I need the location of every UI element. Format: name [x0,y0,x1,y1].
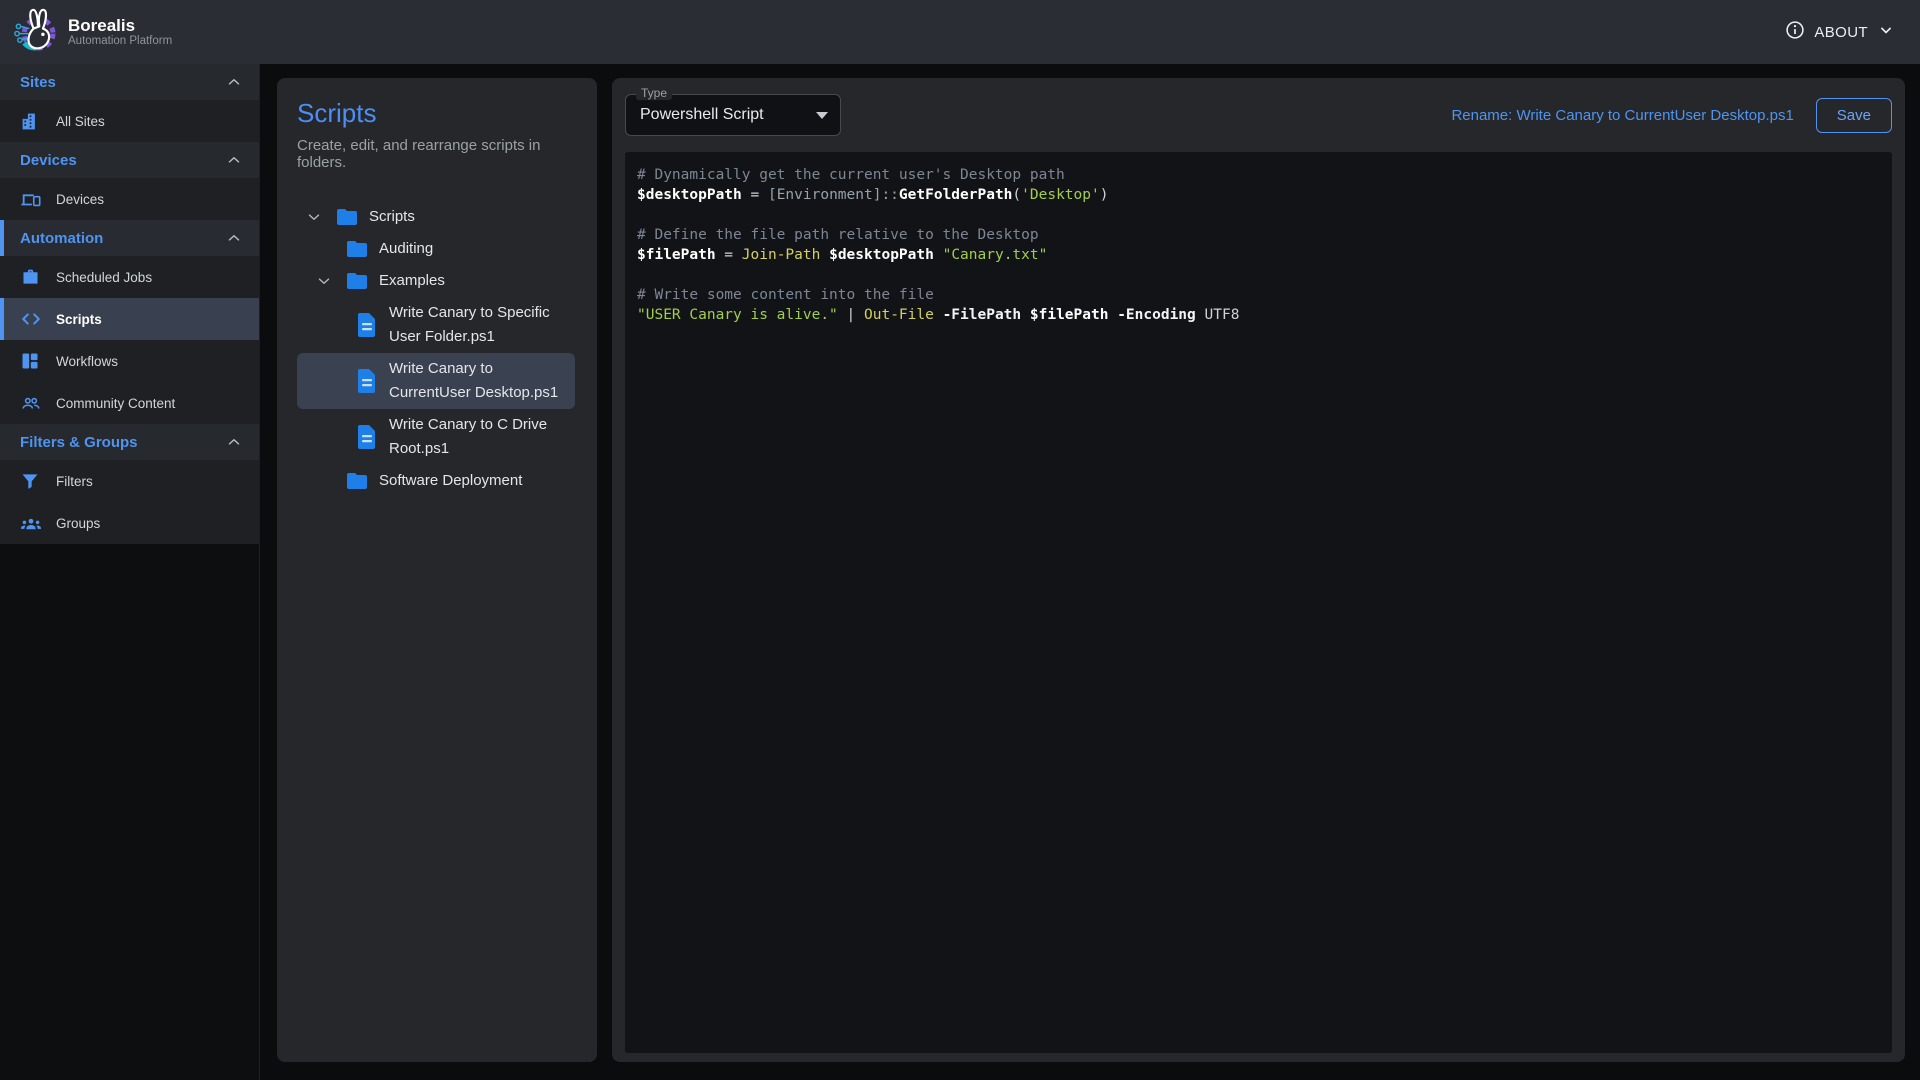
code-line [637,205,1880,225]
code-line: # Define the file path relative to the D… [637,225,1880,245]
chevron-up-icon [225,433,243,451]
scripts-panel: Scripts Create, edit, and rearrange scri… [277,78,597,1062]
file-icon [355,368,381,394]
dropdown-caret-icon [816,112,828,119]
tree-item-label: Scripts [369,205,415,229]
sidebar-section-label: Filters & Groups [20,434,138,451]
briefcase-icon [20,266,42,288]
tree-file-write-canary-to-currentuser-desktop-ps1[interactable]: Write Canary to CurrentUser Desktop.ps1 [297,353,575,409]
sidebar-section-automation[interactable]: Automation [0,220,259,256]
sidebar-section-label: Sites [20,74,56,91]
chevron-down-icon [1876,20,1896,45]
groups-icon [20,512,42,534]
tree-item-label: Examples [379,269,445,293]
tree-item-label: Software Deployment [379,469,522,493]
info-icon [1784,19,1806,46]
code-line: # Dynamically get the current user's Des… [637,165,1880,185]
brand: Borealis Automation Platform [12,7,172,58]
folder-icon [345,469,371,493]
brand-text: Borealis Automation Platform [68,16,172,49]
top-header: Borealis Automation Platform ABOUT [0,0,1920,64]
code-line: "USER Canary is alive." | Out-File -File… [637,305,1880,325]
borealis-app: Borealis Automation Platform ABOUT Sites… [0,0,1920,1080]
sidebar-item-label: Workflows [56,354,118,369]
file-icon [355,312,381,338]
sidebar-item-label: Community Content [56,396,175,411]
toolbar-right: Rename: Write Canary to CurrentUser Desk… [1451,98,1892,133]
sidebar-item-community-content[interactable]: Community Content [0,382,259,424]
about-label: ABOUT [1814,24,1868,41]
editor-toolbar: Type Powershell Script Rename: Write Can… [612,78,1905,152]
sidebar-section-label: Devices [20,152,77,169]
filter-icon [20,470,42,492]
code-icon [20,308,42,330]
script-tree: Scripts Auditing Examples Write Canary to S… [297,201,577,497]
workflows-icon [20,350,42,372]
page-title: Scripts [297,98,577,129]
tree-file-write-canary-to-specific-user-folder-ps1[interactable]: Write Canary to Specific User Folder.ps1 [297,297,575,353]
type-select-label: Type [636,86,672,100]
code-line: $filePath = Join-Path $desktopPath "Cana… [637,245,1880,265]
code-line [637,265,1880,285]
sidebar-item-label: Scheduled Jobs [56,270,152,285]
about-menu-button[interactable]: ABOUT [1784,19,1896,46]
sidebar-item-all-sites[interactable]: All Sites [0,100,259,142]
code-line: $desktopPath = [Environment]::GetFolderP… [637,185,1880,205]
page-subtitle: Create, edit, and rearrange scripts in f… [297,137,577,171]
folder-icon [335,205,361,229]
sidebar-item-workflows[interactable]: Workflows [0,340,259,382]
code-editor[interactable]: # Dynamically get the current user's Des… [625,152,1892,1053]
editor-panel: Type Powershell Script Rename: Write Can… [612,78,1905,1062]
tree-folder-scripts[interactable]: Scripts [297,201,575,233]
chevron-up-icon [225,151,243,169]
rename-link[interactable]: Rename: Write Canary to CurrentUser Desk… [1451,107,1793,124]
folder-icon [345,269,371,293]
sidebar-section-filters-groups[interactable]: Filters & Groups [0,424,259,460]
tree-folder-examples[interactable]: Examples [297,265,575,297]
sidebar-section-devices[interactable]: Devices [0,142,259,178]
code-line: # Write some content into the file [637,285,1880,305]
sidebar-item-label: Filters [56,474,93,489]
sidebar-item-devices[interactable]: Devices [0,178,259,220]
sidebar-item-label: Devices [56,192,104,207]
sidebar-item-label: Groups [56,516,100,531]
tree-file-write-canary-to-c-drive-root-ps1[interactable]: Write Canary to C Drive Root.ps1 [297,409,575,465]
script-type-select[interactable]: Type Powershell Script [625,94,841,136]
sidebar-nav: Sites All Sites Devices Devices Automation Sc… [0,64,259,544]
folder-icon [345,237,371,261]
building-icon [20,110,42,132]
borealis-logo-icon [12,7,58,58]
chevron-down-icon[interactable] [315,272,345,290]
brand-name: Borealis [68,16,172,36]
sidebar-item-filters[interactable]: Filters [0,460,259,502]
people-icon [20,392,42,414]
sidebar-item-label: All Sites [56,114,105,129]
tree-item-label: Write Canary to C Drive Root.ps1 [389,413,575,461]
chevron-up-icon [225,229,243,247]
tree-item-label: Write Canary to Specific User Folder.ps1 [389,301,575,349]
sidebar-section-label: Automation [20,230,103,247]
tree-folder-software-deployment[interactable]: Software Deployment [297,465,575,497]
left-sidebar: Sites All Sites Devices Devices Automation Sc… [0,64,260,1080]
save-button[interactable]: Save [1816,98,1892,133]
tree-folder-auditing[interactable]: Auditing [297,233,575,265]
tree-item-label: Write Canary to CurrentUser Desktop.ps1 [389,357,575,405]
sidebar-section-sites[interactable]: Sites [0,64,259,100]
tree-item-label: Auditing [379,237,433,261]
sidebar-item-scripts[interactable]: Scripts [0,298,259,340]
chevron-down-icon[interactable] [305,208,335,226]
brand-subtitle: Automation Platform [68,35,172,48]
sidebar-item-groups[interactable]: Groups [0,502,259,544]
devices-icon [20,188,42,210]
type-select-value: Powershell Script [640,106,764,124]
sidebar-item-label: Scripts [56,312,102,327]
sidebar-item-scheduled-jobs[interactable]: Scheduled Jobs [0,256,259,298]
chevron-up-icon [225,73,243,91]
file-icon [355,424,381,450]
